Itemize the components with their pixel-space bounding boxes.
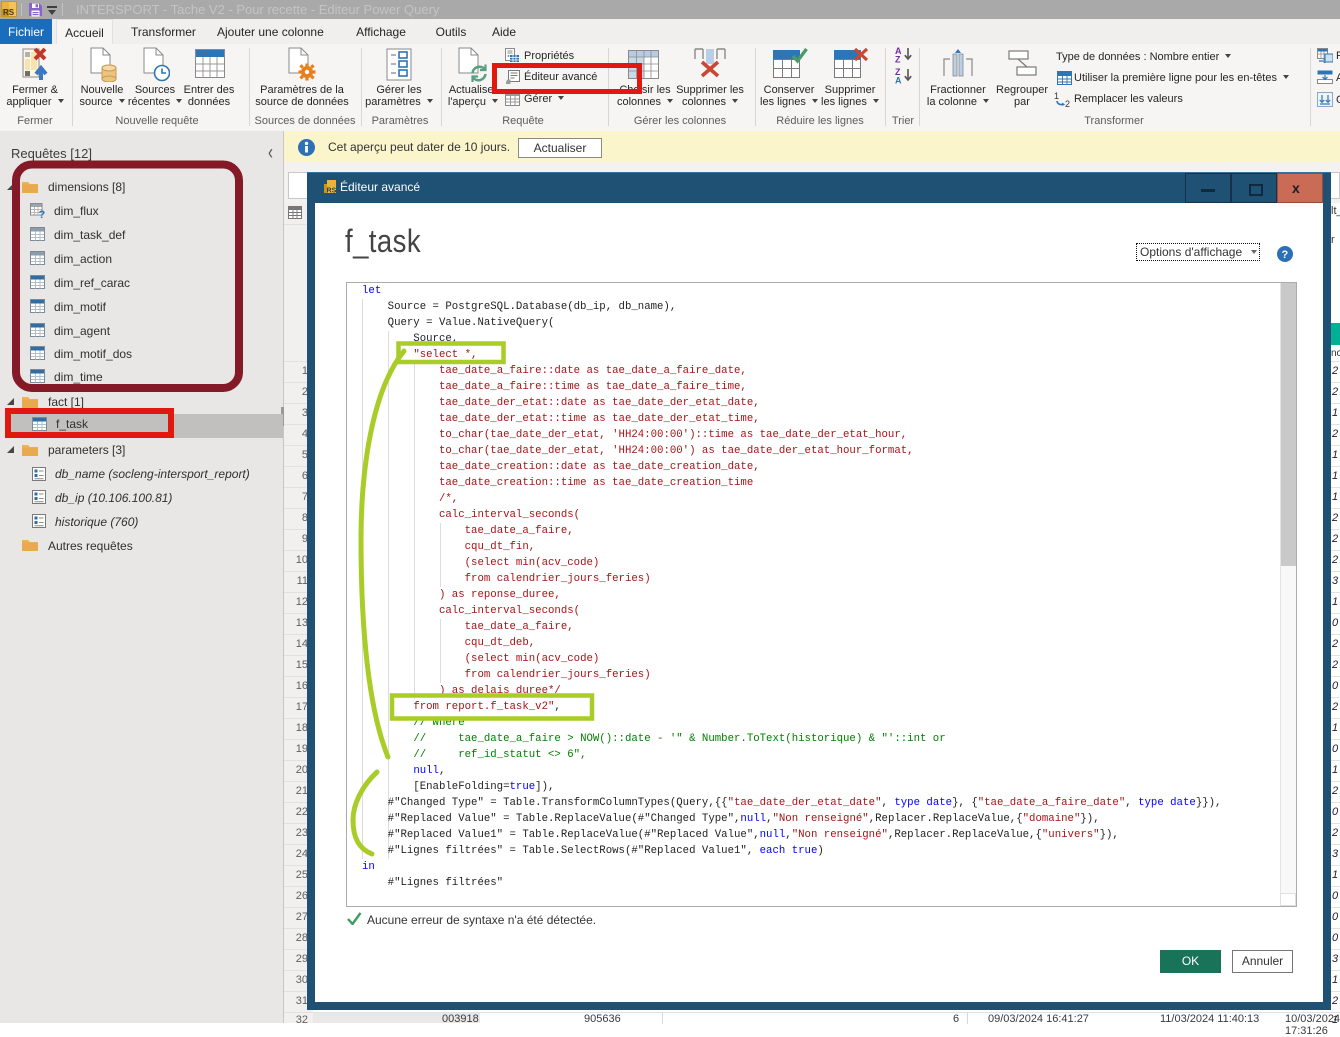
- svg-text:?: ?: [1282, 249, 1289, 261]
- svg-text:RS: RS: [327, 188, 337, 195]
- svg-text:1: 1: [1054, 91, 1059, 101]
- svg-text:?: ?: [39, 209, 46, 218]
- svg-text:Z: Z: [895, 55, 901, 64]
- svg-text:A: A: [895, 76, 902, 85]
- svg-text:2: 2: [1065, 99, 1070, 108]
- svg-text:RS: RS: [3, 8, 15, 17]
